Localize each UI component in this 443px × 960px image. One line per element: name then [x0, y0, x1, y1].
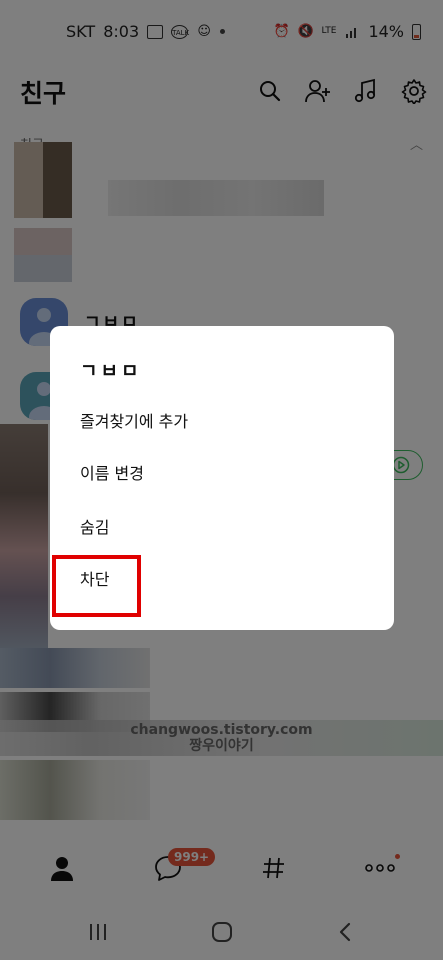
menu-item-hide[interactable]: 숨김 — [80, 508, 360, 548]
menu-item-favorite[interactable]: 즐겨찾기에 추가 — [80, 402, 360, 442]
watermark-blog-name: 짱우이야기 — [189, 738, 254, 754]
watermark: changwoos.tistory.com 짱우이야기 — [0, 722, 443, 754]
highlight-box — [52, 555, 141, 617]
watermark-url: changwoos.tistory.com — [130, 722, 313, 738]
menu-item-rename[interactable]: 이름 변경 — [80, 454, 360, 494]
dialog-title: ㄱㅂㅁ — [80, 360, 142, 382]
